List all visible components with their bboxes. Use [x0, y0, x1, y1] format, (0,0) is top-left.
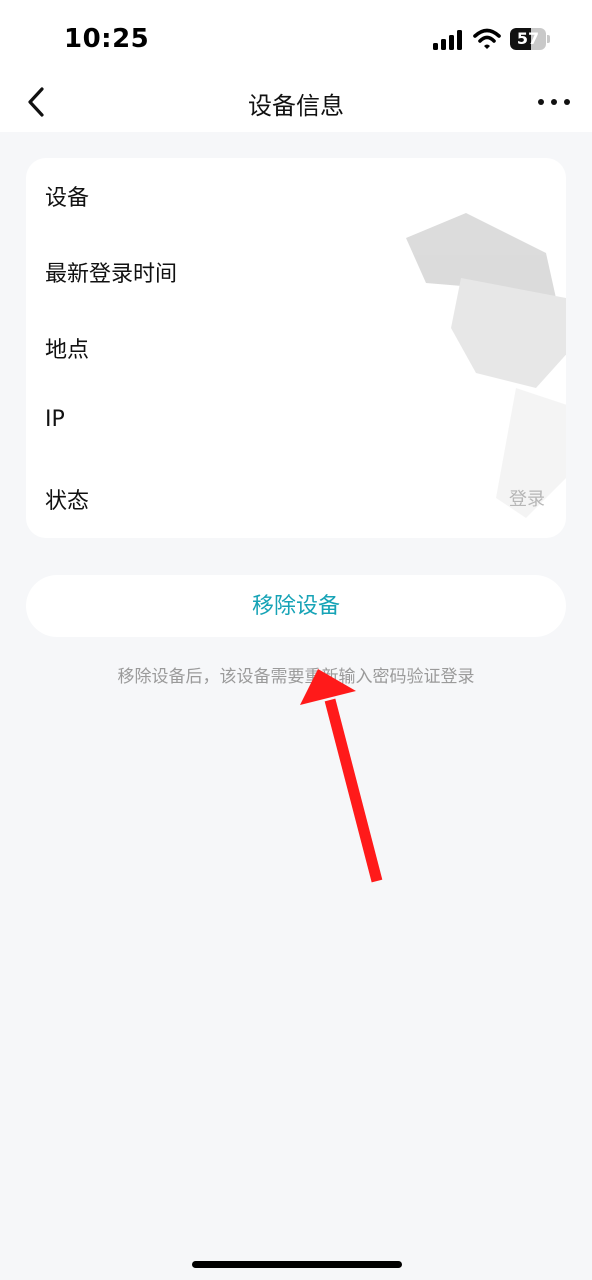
- remove-device-label: 移除设备: [251, 593, 340, 618]
- device-info-card: 设备 最新登录时间 地点 IP 状态 登录: [26, 158, 566, 538]
- info-row-device: 设备: [45, 180, 545, 220]
- status-value: 登录: [509, 489, 545, 510]
- info-row-ip: IP: [45, 407, 545, 447]
- battery-percent: 57: [516, 29, 540, 48]
- row-label: 地点: [45, 338, 90, 363]
- status-time: 10:25: [64, 24, 150, 54]
- remove-device-button[interactable]: 移除设备: [26, 575, 566, 637]
- annotation-arrow-icon: [300, 669, 383, 883]
- row-label: 状态: [45, 489, 90, 514]
- info-row-location: 地点: [45, 332, 545, 372]
- more-horizontal-icon[interactable]: [536, 94, 572, 110]
- row-label: IP: [45, 407, 65, 432]
- battery-icon: 57: [510, 28, 550, 50]
- info-row-last-login-time: 最新登录时间: [45, 256, 545, 296]
- wifi-icon: [473, 28, 501, 49]
- home-indicator: [192, 1261, 402, 1268]
- row-label: 设备: [45, 186, 90, 211]
- signal-icon: [433, 30, 462, 50]
- status-bar: 10:25 57: [0, 0, 592, 72]
- row-label: 最新登录时间: [45, 262, 178, 287]
- page-title: 设备信息: [248, 92, 344, 120]
- info-row-status: 状态 登录: [45, 483, 545, 523]
- navigation-bar: 设备信息: [0, 72, 592, 132]
